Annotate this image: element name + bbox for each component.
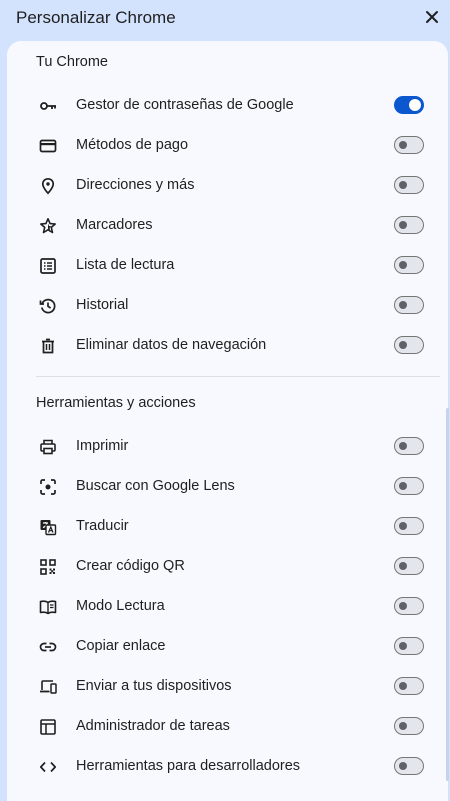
row-task-manager: Administrador de tareas <box>7 707 448 747</box>
side-panel-header: Personalizar Chrome <box>0 0 450 38</box>
credit-card-icon <box>39 139 57 153</box>
row-reading-list: Lista de lectura <box>7 246 448 286</box>
section-title-tools-actions: Herramientas y acciones <box>36 395 196 411</box>
row-translate: Traducir <box>7 507 448 547</box>
row-label: Administrador de tareas <box>76 718 230 734</box>
row-qr-code: Crear código QR <box>7 547 448 587</box>
toggle-switch[interactable] <box>394 637 424 655</box>
row-send-to-devices: Enviar a tus dispositivos <box>7 667 448 707</box>
row-developer-tools: Herramientas para desarrolladores <box>7 747 448 787</box>
row-label: Traducir <box>76 518 129 534</box>
row-label: Direcciones y más <box>76 177 195 193</box>
toggle-switch[interactable] <box>394 336 424 354</box>
scrollbar[interactable] <box>446 408 449 781</box>
toggle-switch[interactable] <box>394 677 424 695</box>
toggle-switch[interactable] <box>394 477 424 495</box>
row-label: Imprimir <box>76 438 129 454</box>
toggle-switch[interactable] <box>394 597 424 615</box>
customize-panel: Tu Chrome Gestor de contraseñas de Googl… <box>7 41 448 801</box>
row-reading-mode: Modo Lectura <box>7 587 448 627</box>
row-history: Historial <box>7 286 448 326</box>
trash-icon <box>42 338 54 354</box>
row-label: Crear código QR <box>76 558 185 574</box>
toggle-switch[interactable] <box>394 557 424 575</box>
toggle-switch[interactable] <box>394 256 424 274</box>
printer-icon <box>40 439 56 455</box>
devices-icon <box>40 680 57 694</box>
toggle-switch[interactable] <box>394 136 424 154</box>
toggle-switch[interactable] <box>394 216 424 234</box>
history-icon <box>39 298 56 314</box>
book-icon <box>39 600 57 615</box>
row-clear-browsing-data: Eliminar datos de navegación <box>7 326 448 366</box>
panel-title: Personalizar Chrome <box>16 8 176 27</box>
row-label: Buscar con Google Lens <box>76 478 235 494</box>
row-label: Eliminar datos de navegación <box>76 337 267 353</box>
row-label: Métodos de pago <box>76 137 189 153</box>
star-icon <box>40 218 56 234</box>
toggle-switch[interactable] <box>394 717 424 735</box>
row-label: Historial <box>76 297 129 313</box>
row-payment-methods: Métodos de pago <box>7 126 448 166</box>
row-label: Lista de lectura <box>76 257 175 273</box>
close-icon <box>426 11 438 23</box>
task-manager-icon <box>40 719 56 735</box>
toggle-switch[interactable] <box>394 176 424 194</box>
toggle-switch[interactable] <box>394 437 424 455</box>
row-google-lens: Buscar con Google Lens <box>7 467 448 507</box>
row-addresses: Direcciones y más <box>7 166 448 206</box>
row-copy-link: Copiar enlace <box>7 627 448 667</box>
row-label: Enviar a tus dispositivos <box>76 678 232 694</box>
section-title-your-chrome: Tu Chrome <box>36 54 108 70</box>
code-icon <box>39 761 57 773</box>
row-password-manager: Gestor de contraseñas de Google <box>7 86 448 126</box>
link-icon <box>39 642 57 652</box>
toggle-switch[interactable] <box>394 757 424 775</box>
row-label: Marcadores <box>76 217 153 233</box>
section-divider <box>36 376 440 377</box>
row-print: Imprimir <box>7 427 448 467</box>
location-pin-icon <box>41 177 55 195</box>
reading-list-icon <box>40 258 56 274</box>
toggle-switch[interactable] <box>394 296 424 314</box>
qr-code-icon <box>40 559 56 575</box>
close-button[interactable] <box>421 6 443 28</box>
key-icon <box>40 102 56 110</box>
row-label: Modo Lectura <box>76 598 165 614</box>
toggle-switch[interactable] <box>394 96 424 114</box>
row-label: Gestor de contraseñas de Google <box>76 97 294 113</box>
row-label: Herramientas para desarrolladores <box>76 758 301 774</box>
row-bookmarks: Marcadores <box>7 206 448 246</box>
translate-icon <box>40 520 57 536</box>
toggle-switch[interactable] <box>394 517 424 535</box>
lens-icon <box>40 479 56 495</box>
row-label: Copiar enlace <box>76 638 166 654</box>
